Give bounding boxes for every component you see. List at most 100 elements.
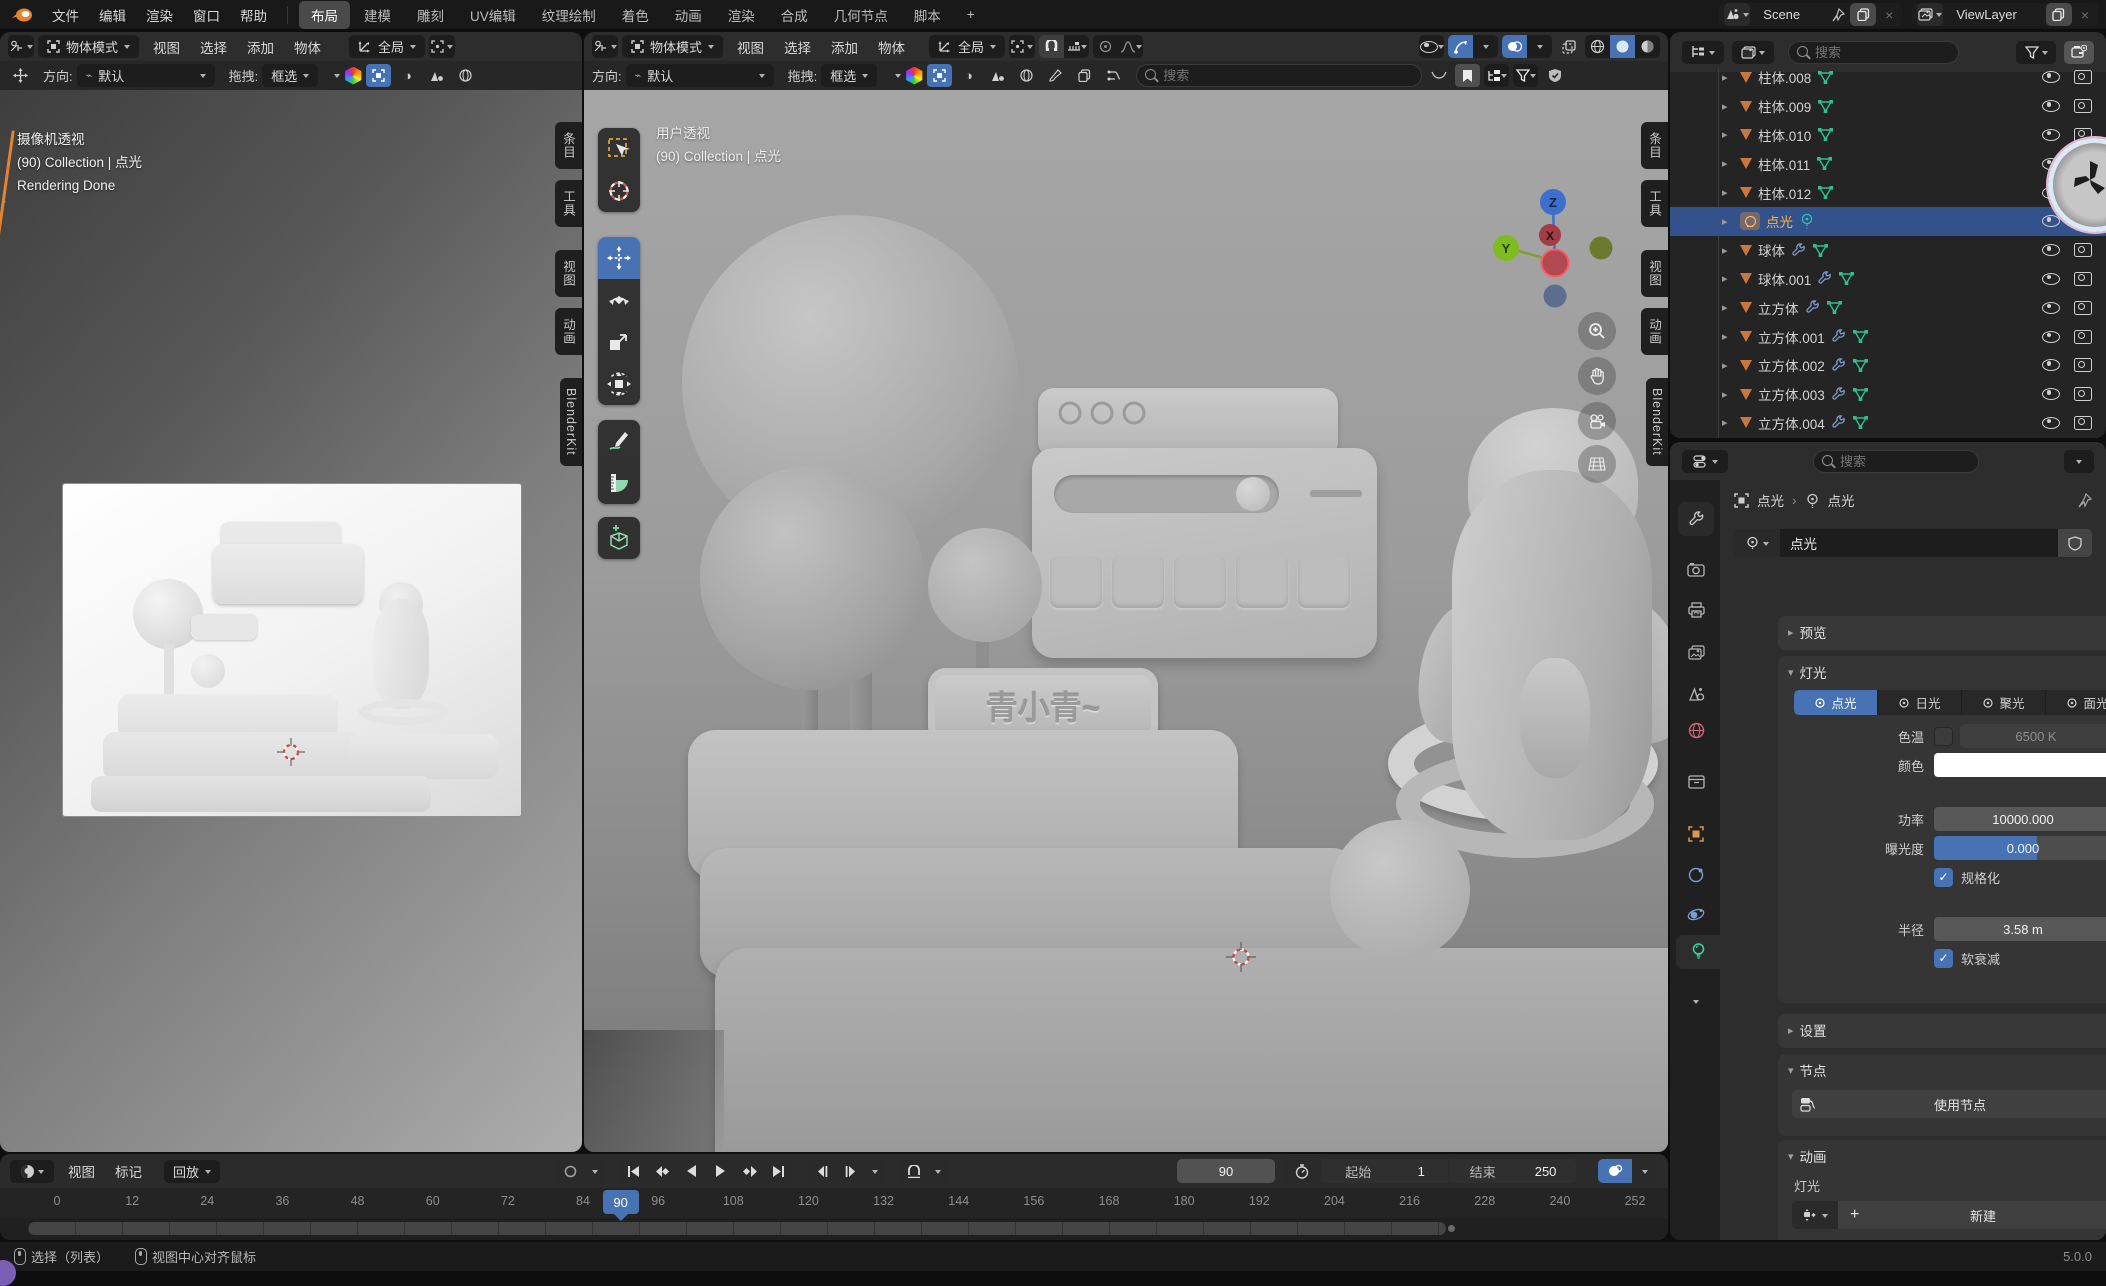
tab-tool-properties[interactable] — [1678, 502, 1714, 536]
snap-settings-icon[interactable] — [1064, 35, 1089, 58]
blenderkit-logo-icon[interactable] — [344, 67, 362, 85]
gizmos-icon[interactable] — [1448, 35, 1473, 58]
play-reverse-button[interactable] — [677, 1160, 706, 1183]
measure-tool[interactable] — [598, 462, 640, 504]
scene-browse-icon[interactable] — [1724, 3, 1750, 26]
workspace-tab[interactable]: 几何节点 — [822, 1, 900, 29]
tab-view[interactable]: 视图 — [555, 250, 582, 297]
viewlayer-browse-icon[interactable] — [1917, 3, 1943, 26]
annotate-tool[interactable] — [598, 420, 640, 462]
properties-editor[interactable]: 点光 › 点光 点光 ▸预览 ▾灯光 点光日光聚光面光 色温 — [1670, 442, 2106, 1240]
viewport-menu-item[interactable]: 选择 — [190, 37, 237, 57]
outliner-row[interactable]: ▸ 立方体.003 — [1670, 380, 2106, 409]
blenderkit-collapse-icon[interactable] — [334, 74, 340, 81]
hide-eye-icon[interactable] — [2042, 71, 2060, 83]
scene-name[interactable]: Scene — [1755, 7, 1826, 22]
tab-blenderkit[interactable]: BlenderKit — [1646, 378, 1668, 466]
workspace-tab[interactable]: 雕刻 — [405, 1, 456, 29]
workspace-tab[interactable]: 布局 — [299, 1, 350, 29]
bk-asset-brush-icon[interactable] — [1043, 64, 1068, 87]
tab-object-properties[interactable] — [1678, 817, 1714, 851]
properties-search-input[interactable] — [1813, 450, 1979, 473]
hide-eye-icon[interactable] — [2042, 100, 2060, 112]
rotate-tool[interactable] — [598, 279, 640, 321]
disable-render-icon[interactable] — [2074, 70, 2092, 84]
gizmos-dropdown-icon[interactable] — [1473, 35, 1498, 58]
prev-keyframe-button[interactable] — [648, 1160, 677, 1183]
use-nodes-button[interactable]: 使用节点 — [1792, 1090, 2106, 1118]
light-type-button[interactable]: 聚光 — [1962, 690, 2046, 715]
object-name[interactable]: 球体 — [1758, 240, 1785, 260]
outliner-display-mode-icon[interactable] — [1682, 41, 1724, 64]
tab-animation[interactable]: 动画 — [555, 308, 582, 355]
hide-eye-icon[interactable] — [2042, 302, 2060, 314]
object-name[interactable]: 立方体.002 — [1758, 355, 1825, 375]
tab-viewlayer-properties[interactable] — [1678, 635, 1714, 669]
properties-options-icon[interactable] — [2064, 450, 2094, 473]
mode-selector[interactable]: 物体模式 — [38, 35, 139, 58]
tab-view[interactable]: 视图 — [1641, 250, 1668, 297]
orthographic-toggle-button[interactable] — [1578, 445, 1616, 483]
viewlayer-name[interactable]: ViewLayer — [1948, 7, 2040, 22]
workspace-tab[interactable]: 建模 — [352, 1, 403, 29]
frame-start-field[interactable]: 起始1 — [1322, 1159, 1448, 1183]
hide-eye-icon[interactable] — [2042, 129, 2060, 141]
viewport-menu-item[interactable]: 物体 — [868, 37, 915, 57]
direction-selector[interactable]: ⌁默认 — [626, 64, 774, 87]
normalize-checkbox[interactable]: ✓ — [1934, 868, 1953, 887]
viewport-menu-item[interactable]: 视图 — [143, 37, 190, 57]
xray-toggle-icon[interactable] — [1556, 35, 1581, 58]
outliner-row[interactable]: ▸ 立方体.001 — [1670, 322, 2106, 351]
bk-categories-icon[interactable] — [1484, 64, 1509, 87]
temp-value-field[interactable]: 6500 K — [1960, 724, 2106, 748]
tab-collection-properties[interactable] — [1678, 765, 1714, 799]
outliner-row[interactable]: ▸ 柱体.008 — [1670, 63, 2106, 92]
light-type-button[interactable]: 点光 — [1794, 690, 1878, 715]
bk-asset-printable-icon[interactable] — [1072, 64, 1097, 87]
outliner-filter-icon[interactable] — [2016, 41, 2056, 64]
outliner-row[interactable]: ▸ 球体.001 — [1670, 265, 2106, 294]
panel-animation[interactable]: ▾动画 灯光 + 新建 — [1778, 1140, 2106, 1240]
object-name[interactable]: 球体.001 — [1758, 269, 1811, 289]
temp-checkbox[interactable] — [1934, 727, 1953, 746]
zoom-button[interactable] — [1578, 312, 1616, 350]
bk-asset-model-icon[interactable] — [927, 64, 952, 87]
viewlayer-remove-icon[interactable]: × — [2077, 7, 2093, 23]
topbar-menu-item[interactable]: 帮助 — [230, 5, 277, 25]
topbar-menu-item[interactable]: 窗口 — [183, 5, 230, 25]
cursor-tool[interactable] — [598, 170, 640, 212]
tab-render-properties[interactable] — [1678, 552, 1714, 586]
radius-field[interactable]: 3.58 m — [1934, 917, 2106, 941]
camera-view-button[interactable] — [1578, 402, 1616, 440]
outliner-row[interactable]: ▸ 柱体.012 — [1670, 178, 2106, 207]
camera-viewport[interactable]: 物体模式 视图选择添加物体 全局 方向: ⌁默认 拖拽: 框选 ◑ › — [0, 32, 582, 1152]
blenderkit-logo-icon[interactable] — [905, 67, 923, 85]
object-name[interactable]: 立方体 — [1758, 298, 1799, 318]
overlays-dropdown-icon[interactable] — [1527, 35, 1552, 58]
disable-render-icon[interactable] — [2074, 243, 2092, 257]
tab-light-data-properties[interactable] — [1676, 935, 1720, 969]
viewport-menu-item[interactable]: 视图 — [727, 37, 774, 57]
tab-blenderkit[interactable]: BlenderKit — [560, 378, 582, 466]
playback-menu[interactable]: 回放 — [164, 1160, 220, 1183]
scrollbar-end-handle[interactable] — [1448, 1225, 1455, 1232]
bk-asset-nodegroup-icon[interactable] — [1101, 64, 1126, 87]
bk-asset-scene-icon[interactable] — [424, 64, 449, 87]
add-cube-tool[interactable] — [598, 517, 640, 559]
bk-asset-material-icon[interactable]: ◑ — [956, 64, 981, 87]
scene-new-icon[interactable] — [1850, 3, 1876, 26]
move-tool[interactable] — [598, 237, 640, 279]
use-preview-range-icon[interactable] — [1284, 1159, 1320, 1183]
outliner-row[interactable]: ▸ 立方体.004 — [1670, 409, 2106, 438]
auto-key-dropdown-icon[interactable] — [585, 1160, 605, 1183]
bk-asset-scene-icon[interactable] — [985, 64, 1010, 87]
pan-hand-button[interactable] — [1578, 357, 1616, 395]
next-keyframe-button[interactable] — [735, 1160, 764, 1183]
bk-ratings-icon[interactable] — [1426, 64, 1451, 87]
new-action-button[interactable]: + 新建 — [1838, 1201, 2106, 1229]
workspace-tab[interactable]: 纹理绘制 — [530, 1, 608, 29]
sidebar-toggle-arrow[interactable]: › — [2, 194, 6, 208]
pivot-point-icon[interactable] — [429, 35, 455, 58]
tab-constraint-properties[interactable] — [1678, 858, 1714, 892]
object-name[interactable]: 柱体.009 — [1758, 96, 1811, 116]
